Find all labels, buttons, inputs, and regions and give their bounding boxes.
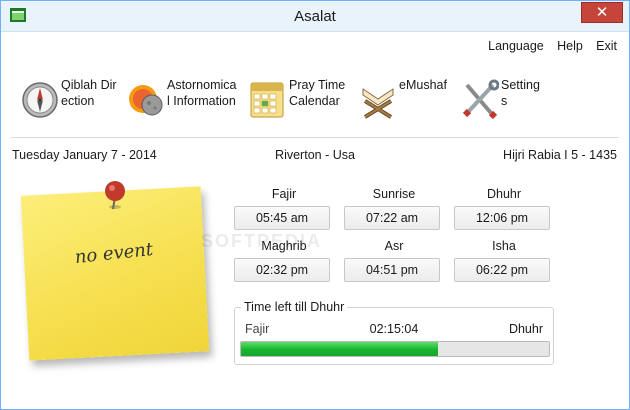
sticky-note[interactable]: no event [19,179,219,364]
toolbar: Qiblah Direction Astornomical Informatio… [1,71,629,133]
prayer-name-fajir: Fajir [271,187,297,201]
toolbar-label: eMushaf [399,78,447,92]
time-remaining: 02:15:04 [369,322,419,336]
toolbar-label: Pray Time Calendar [289,78,346,108]
menu-item-exit[interactable]: Exit [596,39,617,53]
astronomical-information-button[interactable]: Astornomical Information [127,77,239,127]
prayer-name-asr: Asr [384,239,404,253]
menu-item-help[interactable]: Help [557,39,583,53]
prayer-time-isha: 06:22 pm [454,258,550,282]
compass-icon [22,82,58,118]
pray-time-calendar-button[interactable]: Pray Time Calendar [249,77,353,127]
toolbar-label: Settings [501,78,540,108]
toolbar-label: Qiblah Direction [61,78,117,108]
menu-bar: Language Help Exit [478,39,617,53]
window-title: Asalat [294,8,336,25]
settings-button[interactable]: Settings [461,77,547,127]
prayer-time-dhuhr: 12:06 pm [454,206,550,230]
prayer-time-sunrise: 07:22 am [344,206,440,230]
softpedia-watermark: SOFTPEDIA [201,231,323,251]
prayer-name-sunrise: Sunrise [372,187,416,201]
pushpin-icon [105,181,125,210]
prayer-time-asr: 04:51 pm [344,258,440,282]
menu-item-language[interactable]: Language [488,39,544,53]
hijri-date: Hijri Rabia I 5 - 1435 [503,148,617,162]
tools-icon [462,79,499,119]
progress-fill [241,342,439,356]
divider [11,137,619,138]
app-window: Asalat ✕ Language Help Exit Qiblah Direc… [0,0,630,410]
countdown-group: Time left till Dhuhr Fajir 02:15:04 Dhuh… [234,300,554,365]
emushaf-button[interactable]: eMushaf [359,77,451,127]
title-bar[interactable]: Asalat ✕ [1,1,629,32]
calendar-icon [250,82,284,118]
note-text: no event [73,238,155,269]
countdown-title: Time left till Dhuhr [241,300,348,314]
prayer-name-dhuhr: Dhuhr [486,187,522,201]
prayer-time-fajir: 05:45 am [234,206,330,230]
toolbar-label: Astornomical Information [167,78,237,108]
astronomy-icon [129,85,163,116]
close-button[interactable]: ✕ [581,2,623,23]
quran-stand-icon [362,88,394,119]
prayer-time-maghrib: 02:32 pm [234,258,330,282]
countdown-progress-bar [240,341,550,357]
qiblah-direction-button[interactable]: Qiblah Direction [21,77,121,127]
next-prayer-label: Dhuhr [508,322,543,336]
prayer-name-isha: Isha [492,239,516,253]
